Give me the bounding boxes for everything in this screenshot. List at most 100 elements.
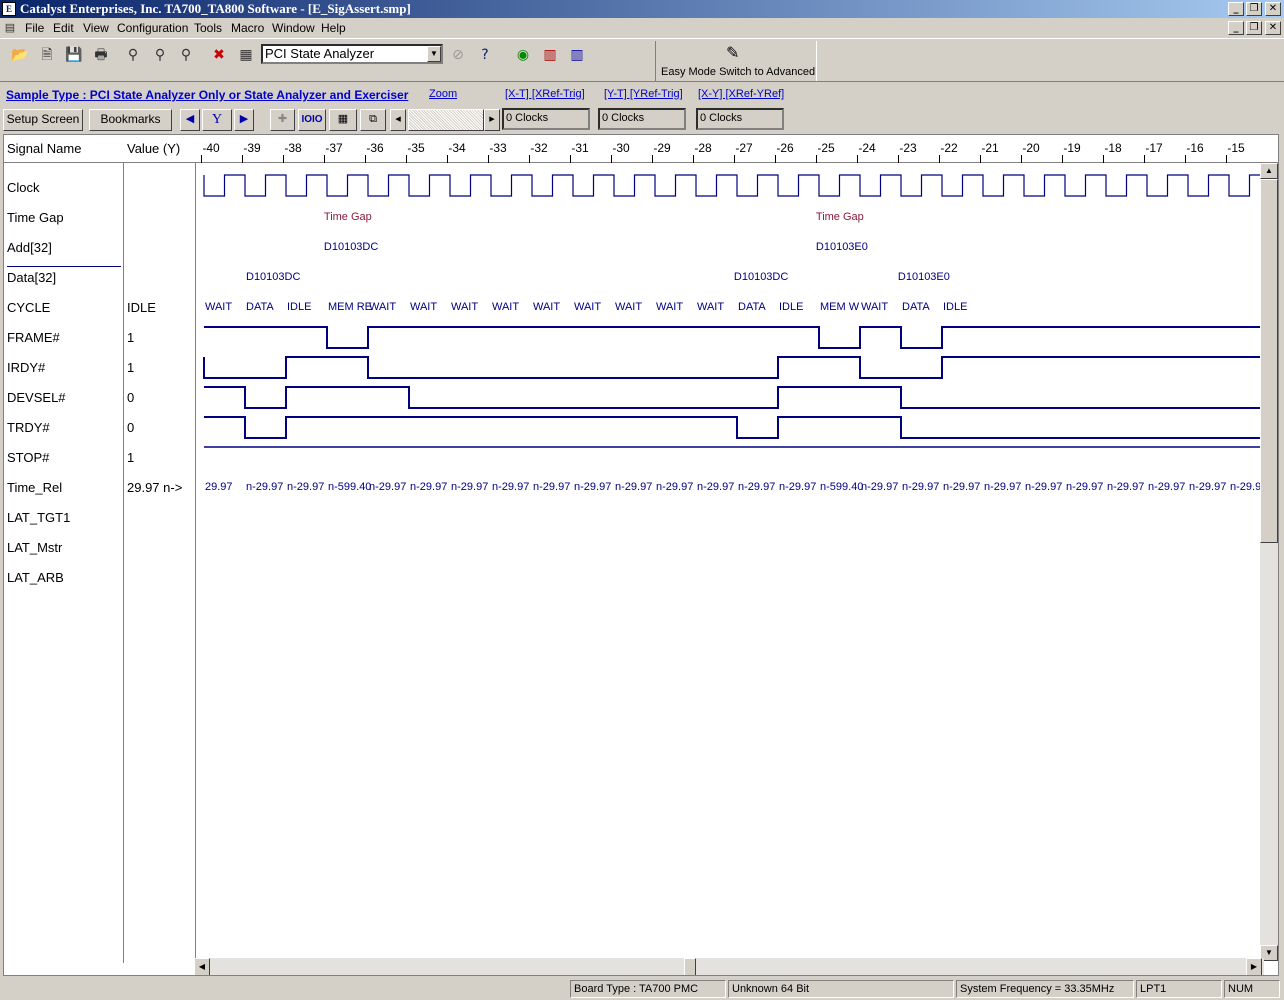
time-tick-mark bbox=[283, 155, 284, 163]
time-tick-mark bbox=[1144, 155, 1145, 163]
signal-name[interactable]: Data[32] bbox=[7, 270, 56, 285]
time-rel-value: n-599.40 bbox=[820, 481, 864, 493]
copy-icon[interactable]: ⧉ bbox=[360, 109, 386, 131]
signal-name[interactable]: CYCLE bbox=[7, 300, 50, 315]
horizontal-scroll-thumb[interactable] bbox=[684, 958, 696, 975]
mdi-close-button[interactable]: ✕ bbox=[1265, 21, 1281, 35]
irdy-trace bbox=[203, 356, 1260, 379]
signal-name[interactable]: Time Gap bbox=[7, 210, 64, 225]
scroll-up-icon[interactable]: ▲ bbox=[1260, 163, 1278, 179]
find-prev-icon[interactable]: ⚲ bbox=[175, 45, 197, 65]
cycle-label: WAIT bbox=[410, 301, 438, 313]
time-tick-label: -27 bbox=[735, 141, 753, 155]
time-rel-value: n-29.97 bbox=[410, 481, 448, 493]
clock-trace bbox=[203, 174, 1260, 197]
find-icon[interactable]: ⚲ bbox=[122, 45, 144, 65]
signal-value: 0 bbox=[127, 420, 135, 435]
restore-button[interactable]: ❐ bbox=[1246, 2, 1262, 16]
bar-chart-icon[interactable]: ▥ bbox=[539, 45, 561, 65]
menu-configuration[interactable]: Configuration bbox=[117, 21, 188, 35]
bookmarks-button[interactable]: Bookmarks bbox=[89, 109, 172, 131]
time-gap-marker: Time Gap bbox=[323, 211, 372, 223]
cycle-label: DATA bbox=[902, 301, 930, 313]
signal-name[interactable]: LAT_Mstr bbox=[7, 540, 62, 555]
sample-type-link[interactable]: Sample Type : PCI State Analyzer Only or… bbox=[6, 88, 408, 102]
print-icon[interactable]: 🖶 bbox=[90, 45, 112, 65]
menu-view[interactable]: View bbox=[83, 21, 109, 35]
menu-window[interactable]: Window bbox=[272, 21, 315, 35]
menu-help[interactable]: Help bbox=[321, 21, 346, 35]
signal-name[interactable]: Clock bbox=[7, 180, 40, 195]
next-icon[interactable]: ▶ bbox=[234, 109, 254, 131]
time-tick-label: -23 bbox=[899, 141, 917, 155]
open-folder-icon[interactable]: 📂 bbox=[9, 45, 31, 65]
easy-mode-button[interactable]: ✎ Easy Mode Switch to Advanced bbox=[655, 41, 817, 81]
scroll-left-icon[interactable]: ◂ bbox=[390, 109, 406, 131]
xy-link[interactable]: [X-Y] [XRef-YRef] bbox=[698, 88, 784, 100]
xt-link[interactable]: [X-T] [XRef-Trig] bbox=[505, 88, 585, 100]
minimize-button[interactable]: _ bbox=[1228, 2, 1244, 16]
cycle-label: WAIT bbox=[205, 301, 233, 313]
zoom-link[interactable]: Zoom bbox=[429, 88, 457, 100]
document-icon[interactable]: ▤ bbox=[3, 21, 17, 35]
analyzer-mode-value: PCI State Analyzer bbox=[265, 46, 375, 61]
zoom-slider-track[interactable] bbox=[408, 109, 484, 131]
scroll-right-icon[interactable]: ▸ bbox=[484, 109, 500, 131]
time-tick-label: -26 bbox=[776, 141, 794, 155]
signal-name[interactable]: FRAME# bbox=[7, 330, 60, 345]
vertical-scrollbar[interactable]: ▲ ▼ bbox=[1260, 163, 1278, 961]
signal-name[interactable]: Time_Rel bbox=[7, 480, 62, 495]
prev-icon[interactable]: ◀ bbox=[180, 109, 200, 131]
time-tick-mark bbox=[529, 155, 530, 163]
binary-view-button[interactable]: IOIO bbox=[298, 109, 326, 131]
signal-name[interactable]: DEVSEL# bbox=[7, 390, 66, 405]
signal-name[interactable]: LAT_ARB bbox=[7, 570, 64, 585]
time-rel-value: n-29.97 bbox=[902, 481, 940, 493]
menu-edit[interactable]: Edit bbox=[53, 21, 74, 35]
save-icon[interactable]: 💾 bbox=[63, 45, 85, 65]
signal-name[interactable]: TRDY# bbox=[7, 420, 50, 435]
time-tick-label: -21 bbox=[981, 141, 999, 155]
delete-icon[interactable]: ✖ bbox=[208, 45, 230, 65]
signal-name[interactable]: IRDY# bbox=[7, 360, 45, 375]
signal-name[interactable]: Add[32] bbox=[7, 240, 52, 255]
cycle-label: WAIT bbox=[574, 301, 602, 313]
find-next-icon[interactable]: ⚲ bbox=[149, 45, 171, 65]
scroll-right-arrow-icon[interactable]: ▶ bbox=[1246, 958, 1262, 975]
y-cursor-button[interactable]: Y bbox=[202, 109, 232, 131]
table-icon[interactable]: ▦ bbox=[329, 109, 357, 131]
time-rel-value: n-29.97 bbox=[287, 481, 325, 493]
time-tick-label: -20 bbox=[1022, 141, 1040, 155]
stop-icon[interactable]: ⊘ bbox=[447, 45, 469, 65]
app-icon: E bbox=[2, 2, 16, 16]
time-tick-label: -37 bbox=[325, 141, 343, 155]
time-tick-mark bbox=[447, 155, 448, 163]
open-file-icon[interactable]: 🗎 bbox=[36, 45, 58, 65]
mdi-restore-button[interactable]: ❐ bbox=[1246, 21, 1262, 35]
horizontal-scrollbar[interactable]: ◀ ▶ bbox=[194, 958, 1264, 975]
signal-name[interactable]: LAT_TGT1 bbox=[7, 510, 70, 525]
context-help-icon[interactable]: ? bbox=[474, 45, 496, 65]
time-tick-label: -33 bbox=[489, 141, 507, 155]
time-tick-label: -40 bbox=[202, 141, 220, 155]
close-button[interactable]: ✕ bbox=[1265, 2, 1281, 16]
frequency-status: System Frequency = 33.35MHz bbox=[956, 980, 1134, 998]
yt-link[interactable]: [Y-T] [YRef-Trig] bbox=[604, 88, 683, 100]
run-icon[interactable]: ◉ bbox=[512, 45, 534, 65]
add-icon[interactable]: ✚ bbox=[270, 109, 295, 131]
vertical-scroll-thumb[interactable] bbox=[1260, 179, 1278, 543]
menu-macro[interactable]: Macro bbox=[231, 21, 264, 35]
signal-name[interactable]: STOP# bbox=[7, 450, 49, 465]
time-tick-mark bbox=[488, 155, 489, 163]
time-tick-label: -29 bbox=[653, 141, 671, 155]
scroll-left-arrow-icon[interactable]: ◀ bbox=[194, 958, 210, 975]
analyzer-mode-select[interactable]: PCI State Analyzer ▼ bbox=[261, 44, 443, 64]
chevron-down-icon[interactable]: ▼ bbox=[427, 46, 441, 62]
statistics-icon[interactable]: ▥ bbox=[566, 45, 588, 65]
signal-value: 1 bbox=[127, 450, 135, 465]
memory-icon[interactable]: ▦ bbox=[235, 45, 257, 65]
mdi-minimize-button[interactable]: _ bbox=[1228, 21, 1244, 35]
menu-tools[interactable]: Tools bbox=[194, 21, 222, 35]
setup-screen-button[interactable]: Setup Screen bbox=[3, 109, 83, 131]
menu-file[interactable]: File bbox=[25, 21, 44, 35]
